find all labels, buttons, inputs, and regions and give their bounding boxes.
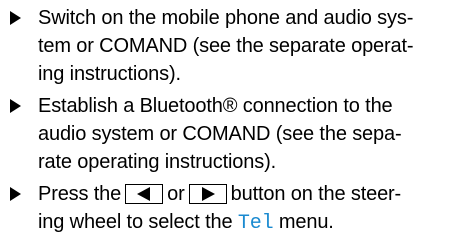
instruction-step-2: Establish a Bluetooth® connection to the… bbox=[10, 92, 455, 176]
steering-wheel-right-button bbox=[188, 184, 227, 204]
step-2-line-3: rate operating instructions). bbox=[38, 151, 276, 173]
press-the-text: Press the bbox=[38, 183, 122, 205]
instruction-step-3: Press the or button on the steer- ing whee… bbox=[10, 180, 455, 238]
step-1-line-2: tem or COMAND (see the separate operat- bbox=[38, 35, 414, 57]
tel-menu-name: Tel bbox=[237, 212, 274, 235]
instruction-step-1: Switch on the mobile phone and audio sys… bbox=[10, 4, 455, 88]
button-on-steering-text: button on the steer- bbox=[230, 183, 402, 205]
left-triangle-icon bbox=[137, 187, 151, 201]
step-bullet-arrow-icon bbox=[10, 99, 21, 113]
menu-text: menu. bbox=[278, 211, 334, 233]
step-2-line-1: Establish a Bluetooth® connection to the bbox=[38, 95, 393, 117]
manual-page: Switch on the mobile phone and audio sys… bbox=[0, 0, 463, 248]
step-3-line-2: ing wheel to select the Tel menu. bbox=[10, 208, 455, 238]
step-3-line-1: Press the or button on the steer- bbox=[10, 180, 455, 208]
steering-wheel-left-button bbox=[125, 184, 164, 204]
step-1-line-3: ing instructions). bbox=[38, 63, 181, 85]
step-1-line-1: Switch on the mobile phone and audio sys… bbox=[38, 7, 414, 29]
step-bullet-arrow-icon bbox=[10, 11, 21, 25]
select-menu-text: ing wheel to select the bbox=[38, 211, 233, 233]
or-text: or bbox=[167, 183, 185, 205]
step-bullet-arrow-icon bbox=[10, 187, 21, 201]
right-triangle-icon bbox=[201, 187, 215, 201]
step-2-line-2: audio system or COMAND (see the sepa- bbox=[38, 123, 402, 145]
